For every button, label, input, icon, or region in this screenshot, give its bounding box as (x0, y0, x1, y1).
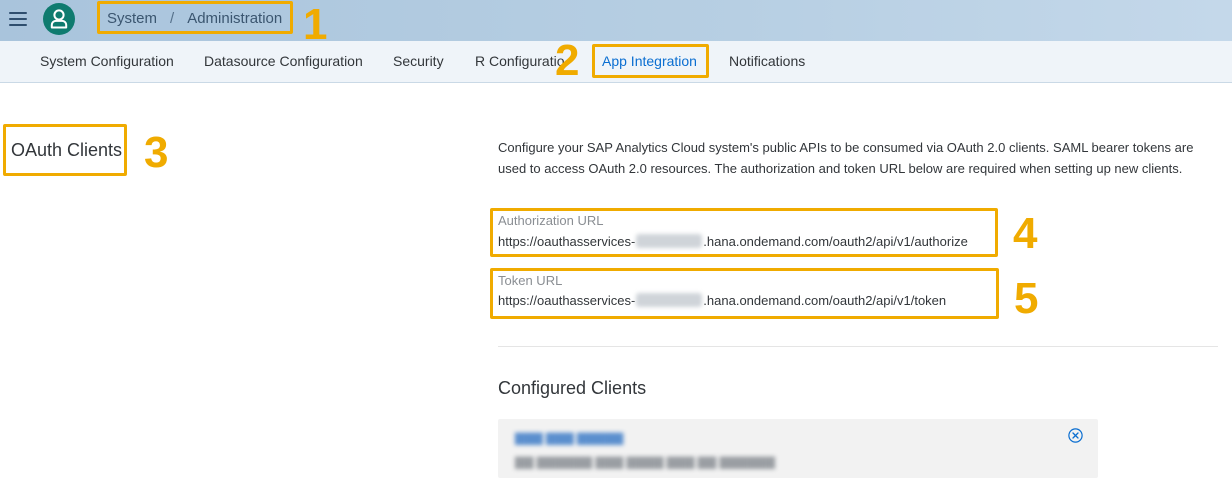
authorization-url-suffix: .hana.ondemand.com/oauth2/api/v1/authori… (703, 234, 968, 249)
redacted-tenant (636, 293, 703, 307)
client-card: ▇▇▇ ▇▇▇ ▇▇▇▇▇ ▇▇ ▇▇▇▇▇▇ ▇▇▇ ▇▇▇▇ ▇▇▇ ▇▇ … (498, 419, 1098, 478)
user-avatar-icon[interactable] (43, 3, 75, 35)
remove-circle-icon[interactable] (1068, 428, 1083, 443)
section-divider (498, 346, 1218, 347)
authorization-url-label: Authorization URL (498, 213, 604, 228)
configured-clients-title: Configured Clients (498, 378, 647, 398)
authorization-url-value[interactable]: https://oauthasservices- .hana.ondemand.c… (498, 234, 968, 249)
oauth-clients-title: OAuth Clients (11, 140, 123, 160)
annotation-number-1: 1 (303, 0, 328, 49)
token-url-label: Token URL (498, 273, 563, 288)
redacted-tenant (636, 234, 703, 248)
breadcrumb: System / Administration (98, 3, 289, 33)
hamburger-menu-icon[interactable] (9, 11, 27, 27)
client-name-redacted[interactable]: ▇▇▇ ▇▇▇ ▇▇▇▇▇ (515, 431, 623, 445)
tab-notifications[interactable]: Notifications (729, 41, 805, 82)
annotation-number-4: 4 (1013, 209, 1038, 258)
client-detail-redacted: ▇▇ ▇▇▇▇▇▇ ▇▇▇ ▇▇▇▇ ▇▇▇ ▇▇ ▇▇▇▇▇▇ (515, 455, 775, 469)
oauth-description: Configure your SAP Analytics Cloud syste… (498, 140, 1194, 176)
tab-system-configuration[interactable]: System Configuration (40, 41, 174, 82)
tab-app-integration[interactable]: App Integration (602, 41, 697, 82)
token-url-value[interactable]: https://oauthasservices- .hana.ondemand.c… (498, 293, 946, 308)
token-url-suffix: .hana.ondemand.com/oauth2/api/v1/token (703, 293, 947, 308)
tab-datasource-configuration[interactable]: Datasource Configuration (204, 41, 363, 82)
tab-security[interactable]: Security (393, 41, 444, 82)
annotation-number-5: 5 (1014, 274, 1039, 323)
breadcrumb-administration[interactable]: Administration (187, 10, 282, 27)
tab-r-configuration[interactable]: R Configuratio (475, 41, 565, 82)
token-url-prefix: https://oauthasservices- (498, 293, 636, 308)
app-page: System / Administration System Configura… (0, 0, 1232, 487)
breadcrumb-separator: / (170, 9, 175, 27)
shell-bar: System / Administration (0, 0, 1232, 41)
annotation-number-3: 3 (144, 128, 169, 177)
tab-bar: System Configuration Datasource Configur… (0, 41, 1232, 83)
annotation-number-2: 2 (555, 36, 580, 85)
breadcrumb-system[interactable]: System (107, 10, 157, 27)
authorization-url-prefix: https://oauthasservices- (498, 234, 636, 249)
